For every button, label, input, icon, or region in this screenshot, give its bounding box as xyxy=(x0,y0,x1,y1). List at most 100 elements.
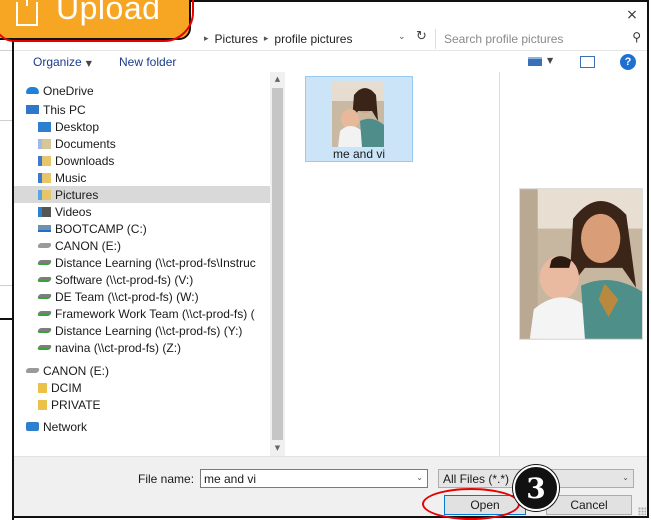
preview-pane xyxy=(500,72,647,456)
photo-thumbnail xyxy=(332,81,384,147)
open-highlight-ring xyxy=(422,488,520,520)
file-name-label: File name: xyxy=(138,472,195,486)
computer-icon xyxy=(26,105,39,114)
network-icon xyxy=(26,422,39,431)
nav-item-canon-device[interactable]: CANON (E:) xyxy=(14,362,270,379)
scrollbar-thumb[interactable] xyxy=(272,88,283,440)
network-drive-icon xyxy=(36,311,53,316)
nav-item-label: Distance Learning (\\ct-prod-fs\Instruc xyxy=(55,255,256,270)
nav-item-onedrive[interactable]: OneDrive xyxy=(14,82,270,99)
music-folder-icon xyxy=(38,172,51,183)
nav-item-label: DCIM xyxy=(51,380,82,395)
photo-preview xyxy=(519,188,643,340)
videos-folder-icon xyxy=(38,206,51,217)
search-icon[interactable]: ⚲ xyxy=(632,30,641,44)
close-icon[interactable]: × xyxy=(623,6,641,24)
nav-item-navina-drive[interactable]: navina (\\ct-prod-fs) (Z:) xyxy=(14,339,270,356)
nav-item-canon-drive[interactable]: CANON (E:) xyxy=(14,237,270,254)
breadcrumb-item-pictures[interactable]: Pictures xyxy=(215,32,258,46)
search-input[interactable] xyxy=(444,32,614,46)
nav-item-label: navina (\\ct-prod-fs) (Z:) xyxy=(55,340,182,355)
nav-item-label: Network xyxy=(43,419,88,434)
nav-item-network[interactable]: Network xyxy=(14,418,270,435)
file-type-chevron-down-icon: ⌄ xyxy=(622,473,629,482)
nav-item-de-team-drive[interactable]: DE Team (\\ct-prod-fs) (W:) xyxy=(14,288,270,305)
nav-item-distance-learning-drive[interactable]: Distance Learning (\\ct-prod-fs) (Y:) xyxy=(14,322,270,339)
nav-item-label: Videos xyxy=(55,204,92,219)
nav-item-this-pc[interactable]: This PC xyxy=(14,101,270,118)
nav-item-label: Framework Work Team (\\ct-prod-fs) ( xyxy=(55,306,255,321)
file-item-me-and-vi[interactable]: me and vi xyxy=(305,76,413,162)
nav-item-label: CANON (E:) xyxy=(55,238,121,253)
nav-item-documents[interactable]: Documents xyxy=(14,135,270,152)
chevron-right-icon: ▸ xyxy=(204,34,209,44)
address-history-chevron-down-icon[interactable]: ⌄ xyxy=(398,32,406,42)
file-name-chevron-down-icon[interactable]: ⌄ xyxy=(416,473,423,482)
network-drive-icon xyxy=(36,328,53,333)
refresh-icon[interactable]: ↻ xyxy=(416,29,427,44)
nav-item-desktop[interactable]: Desktop xyxy=(14,118,270,135)
folder-icon xyxy=(38,382,47,393)
file-name-field[interactable]: ⌄ xyxy=(200,469,428,488)
file-list: me and vi xyxy=(285,72,499,456)
breadcrumb[interactable]: ▸ Pictures ▸ profile pictures xyxy=(204,31,352,47)
nav-item-downloads[interactable]: Downloads xyxy=(14,152,270,169)
help-icon[interactable]: ? xyxy=(620,54,636,70)
scroll-down-icon[interactable]: ▼ xyxy=(270,441,285,456)
search-box[interactable]: ⚲ xyxy=(435,29,645,49)
breadcrumb-item-profile-pictures[interactable]: profile pictures xyxy=(274,32,352,46)
file-open-dialog: × ▸ Pictures ▸ profile pictures ⌄ ↻ ⚲ Or… xyxy=(12,0,649,518)
command-toolbar: Organize ▼ New folder ▼ ? xyxy=(14,50,647,72)
scroll-up-icon[interactable]: ▲ xyxy=(270,72,285,87)
cloud-icon xyxy=(26,87,39,94)
change-view-icon[interactable] xyxy=(528,57,542,66)
nav-item-label: Music xyxy=(55,170,87,185)
nav-item-label: BOOTCAMP (C:) xyxy=(55,221,147,236)
organize-button[interactable]: Organize ▼ xyxy=(33,55,92,69)
preview-pane-icon[interactable] xyxy=(580,56,595,68)
nav-item-label: This PC xyxy=(43,102,86,117)
nav-item-software-drive[interactable]: Software (\\ct-prod-fs) (V:) xyxy=(14,271,270,288)
nav-item-label: CANON (E:) xyxy=(43,363,109,378)
nav-item-label: PRIVATE xyxy=(51,397,101,412)
cancel-button[interactable]: Cancel xyxy=(546,495,632,515)
nav-item-label: Software (\\ct-prod-fs) (V:) xyxy=(55,272,194,287)
nav-item-bootcamp-drive[interactable]: BOOTCAMP (C:) xyxy=(14,220,270,237)
resize-grip-icon[interactable] xyxy=(638,507,646,515)
nav-item-label: DE Team (\\ct-prod-fs) (W:) xyxy=(55,289,199,304)
file-type-value: All Files (*.*) xyxy=(443,472,510,486)
usb-drive-icon xyxy=(25,368,40,373)
new-folder-button[interactable]: New folder xyxy=(119,55,176,69)
nav-item-label: Documents xyxy=(55,136,116,151)
nav-item-dcim[interactable]: DCIM xyxy=(14,379,270,396)
nav-item-framework-work-team-drive[interactable]: Framework Work Team (\\ct-prod-fs) ( xyxy=(14,305,270,322)
file-name-input[interactable] xyxy=(204,472,404,486)
pictures-folder-icon xyxy=(38,189,51,200)
nav-item-distance-learning-instruc[interactable]: Distance Learning (\\ct-prod-fs\Instruc xyxy=(14,254,270,271)
view-options-chevron-down-icon[interactable]: ▼ xyxy=(547,56,553,65)
nav-item-label: Downloads xyxy=(55,153,115,168)
downloads-folder-icon xyxy=(38,155,51,166)
folder-icon xyxy=(38,399,47,410)
upload-highlight-ring xyxy=(0,0,194,42)
navigation-scrollbar[interactable]: ▲ ▼ xyxy=(270,72,285,456)
nav-item-pictures[interactable]: Pictures xyxy=(14,186,270,203)
drive-icon xyxy=(38,225,51,232)
nav-item-videos[interactable]: Videos xyxy=(14,203,270,220)
step-number-badge: 3 xyxy=(513,465,559,511)
navigation-pane: OneDrive This PC Desktop Documents Downl… xyxy=(14,72,270,456)
nav-item-private[interactable]: PRIVATE xyxy=(14,396,270,413)
chevron-right-icon: ▸ xyxy=(263,34,269,44)
chevron-down-icon: ▼ xyxy=(85,59,92,68)
usb-drive-icon xyxy=(37,243,52,248)
network-drive-icon xyxy=(36,345,53,350)
nav-item-label: Distance Learning (\\ct-prod-fs) (Y:) xyxy=(55,323,243,338)
nav-item-music[interactable]: Music xyxy=(14,169,270,186)
organize-label: Organize xyxy=(33,55,82,69)
nav-item-label: OneDrive xyxy=(43,83,94,98)
file-name-label: me and vi xyxy=(332,147,386,161)
network-drive-icon xyxy=(36,294,53,299)
documents-folder-icon xyxy=(38,138,51,149)
nav-item-label: Desktop xyxy=(55,119,100,134)
desktop-folder-icon xyxy=(38,121,51,132)
